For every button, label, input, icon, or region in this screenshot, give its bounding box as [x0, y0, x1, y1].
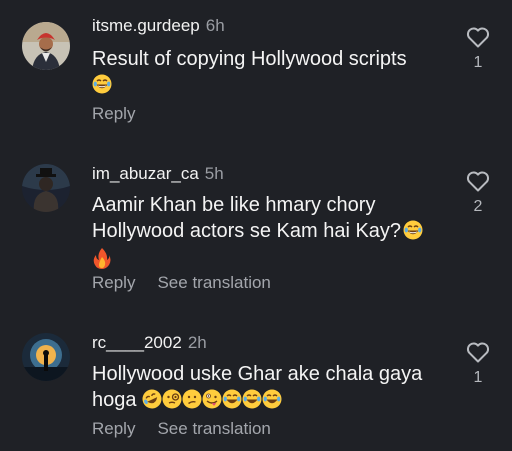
comment-timestamp: 2h — [187, 333, 207, 352]
like-count: 1 — [473, 54, 483, 71]
comment-timestamp: 5h — [204, 164, 224, 183]
avatar[interactable] — [22, 333, 70, 381]
comment-emoji-line — [92, 247, 452, 276]
see-translation-button[interactable]: See translation — [157, 273, 270, 293]
zany-emoji — [202, 389, 222, 416]
comment-emoji-line — [92, 72, 452, 101]
comment-timestamp: 6h — [205, 16, 225, 35]
comment-item: itsme.gurdeep 6h Result of copying Hollyw… — [0, 0, 512, 140]
like-count: 1 — [473, 369, 483, 386]
comment-text: Aamir Khan be like hmary chory Hollywood… — [92, 192, 452, 276]
comment-text-line: Aamir Khan be like hmary chory — [92, 194, 376, 216]
avatar[interactable] — [22, 22, 70, 70]
fire-emoji — [92, 247, 112, 276]
reply-button[interactable]: Reply — [92, 104, 135, 124]
heart-icon[interactable] — [462, 170, 494, 192]
comment-item: im_abuzar_ca 5h Aamir Khan be like hmary … — [0, 140, 512, 305]
laugh-tears-emoji — [262, 389, 282, 416]
laugh-tears-emoji — [242, 389, 262, 416]
comment-text: Result of copying Hollywood scripts — [92, 46, 452, 101]
heart-icon[interactable] — [462, 341, 494, 363]
comment-username[interactable]: im_abuzar_ca — [92, 164, 199, 183]
see-translation-button[interactable]: See translation — [157, 419, 270, 439]
confused-emoji — [182, 389, 202, 416]
reply-button[interactable]: Reply — [92, 419, 135, 439]
comment-text-line: Hollywood actors se Kam hai Kay? — [92, 218, 452, 247]
laugh-tears-emoji — [403, 220, 423, 247]
monocle-emoji — [162, 389, 182, 416]
avatar[interactable] — [22, 164, 70, 212]
rofl-emoji — [142, 389, 162, 416]
heart-icon[interactable] — [462, 26, 494, 48]
comment-text: Hollywood uske Ghar ake chala gaya hoga — [92, 361, 452, 416]
comment-text-line: Result of copying Hollywood scripts — [92, 48, 407, 70]
comment-username[interactable]: rc____2002 — [92, 333, 182, 352]
comment-text-line: Hollywood uske Ghar ake chala gaya — [92, 363, 423, 385]
reply-button[interactable]: Reply — [92, 273, 135, 293]
comment-text-line: hoga — [92, 387, 452, 416]
comment-item: rc____2002 2h Hollywood uske Ghar ake cha… — [0, 305, 512, 451]
laugh-tears-emoji — [222, 389, 242, 416]
laugh-tears-emoji — [92, 74, 112, 101]
like-count: 2 — [473, 198, 483, 215]
comment-username[interactable]: itsme.gurdeep — [92, 16, 200, 35]
